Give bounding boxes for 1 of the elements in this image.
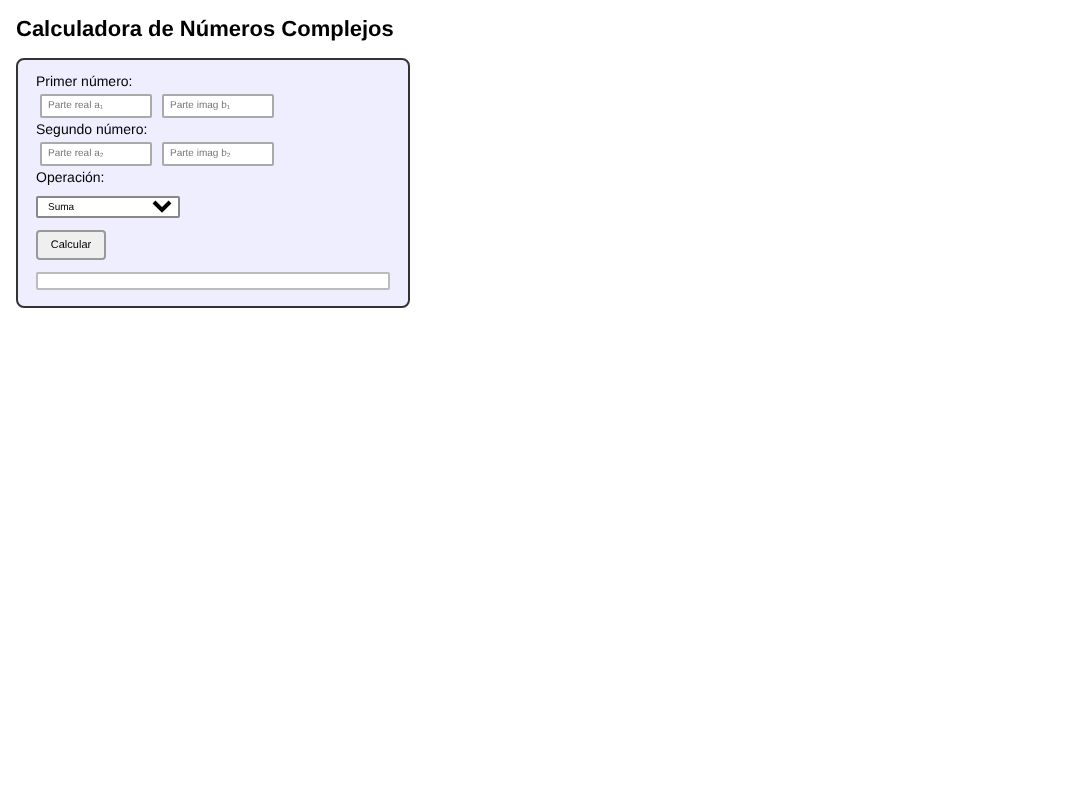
page-title: Calculadora de Números Complejos: [16, 18, 396, 42]
